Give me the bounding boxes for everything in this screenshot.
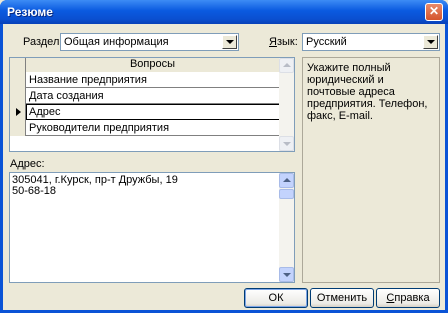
row-text: Руководители предприятия xyxy=(29,122,170,134)
table-row[interactable]: Руководители предприятия xyxy=(10,120,280,136)
row-text: Название предприятия xyxy=(29,74,147,86)
answer-scroll-down-button[interactable] xyxy=(279,267,294,282)
grid-column-questions[interactable]: Вопросы xyxy=(26,58,280,72)
dialog-body: Раздел Общая информация Язык: Русский Во… xyxy=(3,24,445,310)
arrow-down-icon xyxy=(283,142,291,146)
questions-grid[interactable]: Вопросы Название предприятия Дата создан… xyxy=(9,57,295,152)
row-indicator xyxy=(10,104,26,120)
table-row-selected[interactable]: Адрес xyxy=(10,104,280,120)
hint-text: Укажите полный юридический и почтовые ад… xyxy=(307,62,428,122)
language-dropdown-button[interactable] xyxy=(423,35,438,49)
table-row[interactable]: Название предприятия xyxy=(10,72,280,88)
grid-scrollbar[interactable] xyxy=(279,58,294,151)
arrow-down-icon xyxy=(283,273,291,277)
help-button[interactable]: Справка xyxy=(376,288,440,308)
section-dropdown-button[interactable] xyxy=(222,35,237,49)
language-select[interactable]: Русский xyxy=(302,33,440,51)
language-label: Язык: xyxy=(269,36,298,48)
window-title: Резюме xyxy=(7,5,53,19)
grid-header-indicator xyxy=(10,58,26,72)
hint-panel: Укажите полный юридический и почтовые ад… xyxy=(302,57,440,283)
row-indicator xyxy=(10,120,26,136)
grid-scroll-up-button[interactable] xyxy=(279,58,294,73)
title-bar[interactable]: Резюме ✕ xyxy=(0,0,448,24)
table-row[interactable]: Дата создания xyxy=(10,88,280,104)
grid-header: Вопросы xyxy=(10,58,280,72)
row-indicator xyxy=(10,72,26,88)
grid-scroll-down-button[interactable] xyxy=(279,136,294,151)
selected-cell-outline xyxy=(26,104,280,120)
language-value: Русский xyxy=(306,36,347,48)
section-value: Общая информация xyxy=(64,36,169,48)
answer-label: Адрес: xyxy=(10,158,45,170)
dialog-window: Резюме ✕ Раздел Общая информация Язык: Р… xyxy=(0,0,448,313)
answer-scroll-up-button[interactable] xyxy=(279,173,294,188)
cancel-button[interactable]: Отменить xyxy=(310,288,374,308)
chevron-down-icon xyxy=(427,40,435,44)
close-button[interactable]: ✕ xyxy=(425,3,443,21)
row-indicator xyxy=(10,88,26,104)
row-text: Дата создания xyxy=(29,90,104,102)
answer-text: 305041, г.Курск, пр-т Дружбы, 19 50-68-18 xyxy=(12,174,178,197)
arrow-up-icon xyxy=(283,178,291,182)
ok-button[interactable]: ОК xyxy=(244,288,308,308)
close-icon: ✕ xyxy=(428,4,440,18)
answer-scrollbar[interactable] xyxy=(279,173,294,282)
answer-scroll-thumb[interactable] xyxy=(279,189,294,199)
row-text: Адрес xyxy=(29,106,61,118)
arrow-up-icon xyxy=(283,63,291,67)
answer-textarea[interactable]: 305041, г.Курск, пр-т Дружбы, 19 50-68-18 xyxy=(9,172,295,283)
current-row-pointer-icon xyxy=(16,108,21,116)
section-select[interactable]: Общая информация xyxy=(60,33,239,51)
section-label: Раздел xyxy=(23,36,60,48)
chevron-down-icon xyxy=(226,40,234,44)
